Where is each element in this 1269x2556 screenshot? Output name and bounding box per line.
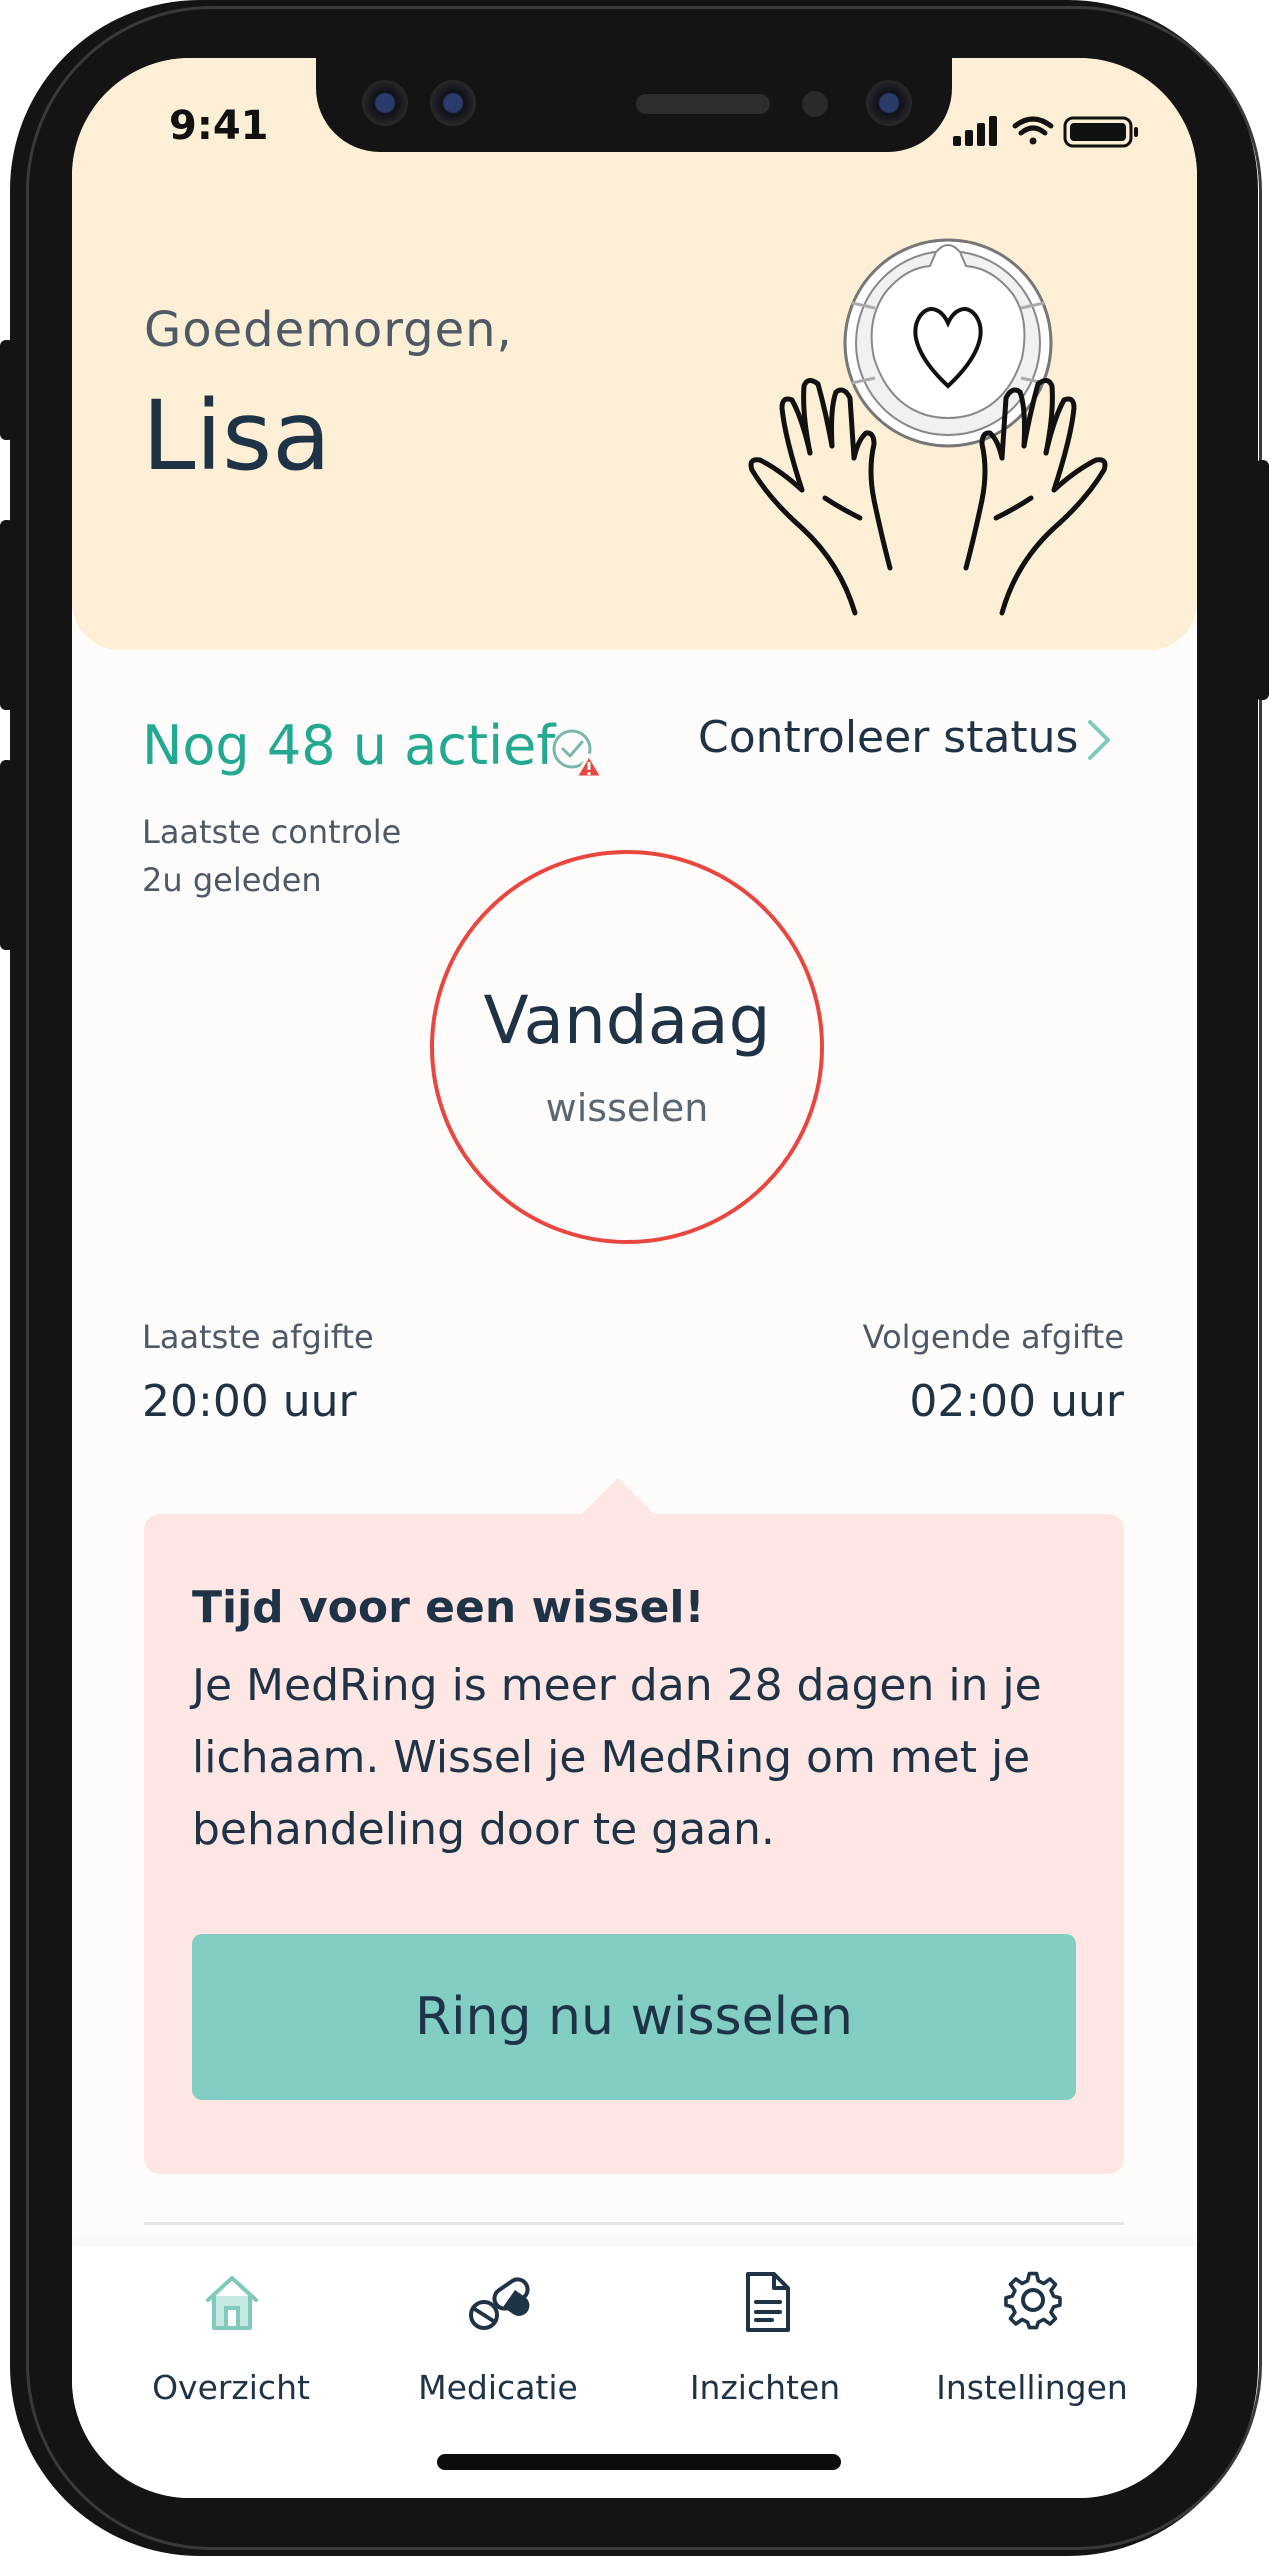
camera-lens [430, 80, 476, 126]
tab-instellingen[interactable]: Instellingen [902, 2246, 1162, 2436]
swap-ring-button[interactable]: Ring nu wisselen [192, 1934, 1076, 2100]
alert-pointer [578, 1478, 658, 1518]
last-dispense-label: Laatste afgifte [142, 1318, 374, 1356]
ring-status-subtitle: wisselen [545, 1086, 709, 1130]
next-dispense-label: Volgende afgifte [862, 1318, 1124, 1356]
greeting-text: Goedemorgen, [144, 302, 513, 358]
last-dispense-value: 20:00 uur [142, 1376, 357, 1427]
status-bar-icons [953, 116, 1138, 148]
tab-label: Overzicht [152, 2368, 310, 2407]
left-hand-drawing [748, 378, 893, 616]
check-warning-icon [552, 729, 604, 779]
tab-label: Medicatie [418, 2368, 578, 2407]
power-button [1255, 460, 1269, 700]
user-name: Lisa [142, 380, 331, 492]
camera-lens [362, 80, 408, 126]
home-indicator[interactable] [437, 2454, 841, 2470]
last-check-info: Laatste controle 2u geleden [142, 808, 401, 904]
next-dispense-value: 02:00 uur [909, 1376, 1124, 1427]
last-check-value: 2u geleden [142, 861, 322, 899]
home-icon [206, 2276, 258, 2330]
last-check-label: Laatste controle [142, 813, 402, 851]
active-duration: Nog 48 u actief [142, 714, 556, 777]
volume-down-button [0, 760, 14, 950]
tab-label: Inzichten [689, 2368, 841, 2407]
pills-icon [469, 2277, 530, 2330]
document-icon [746, 2272, 790, 2332]
earpiece-speaker [636, 94, 770, 114]
proximity-sensor [802, 91, 828, 117]
status-time: 9:41 [169, 103, 269, 149]
silent-switch [0, 340, 14, 440]
chevron-right-icon[interactable] [1082, 714, 1116, 766]
wifi-icon [1012, 116, 1054, 145]
volume-up-button [0, 520, 14, 710]
phone-notch [316, 58, 952, 152]
swap-alert-card: Tijd voor een wissel! Je MedRing is meer… [144, 1514, 1124, 2174]
battery-icon [1063, 116, 1138, 148]
tab-inzichten[interactable]: Inzichten [635, 2246, 895, 2436]
signal-icon [953, 116, 997, 146]
content-divider [144, 2222, 1124, 2225]
ring-status-title: Vandaag [483, 982, 771, 1059]
hands-ring-illustration [748, 238, 1108, 616]
tab-label: Instellingen [936, 2368, 1128, 2407]
ring-status-circle: Vandaag wisselen [430, 850, 824, 1244]
gear-icon [1004, 2271, 1062, 2330]
tab-medicatie[interactable]: Medicatie [368, 2246, 628, 2436]
front-camera [866, 80, 912, 126]
alert-title: Tijd voor een wissel! [192, 1582, 705, 1633]
tab-overzicht[interactable]: Overzicht [101, 2246, 361, 2436]
app-screen: 9:41 Goedemorgen, Lisa Nog 48 u actief C… [72, 58, 1197, 2498]
check-status-link[interactable]: Controleer status [698, 712, 1078, 763]
medring-icon [843, 238, 1053, 448]
alert-message: Je MedRing is meer dan 28 dagen in je li… [192, 1660, 1042, 1855]
